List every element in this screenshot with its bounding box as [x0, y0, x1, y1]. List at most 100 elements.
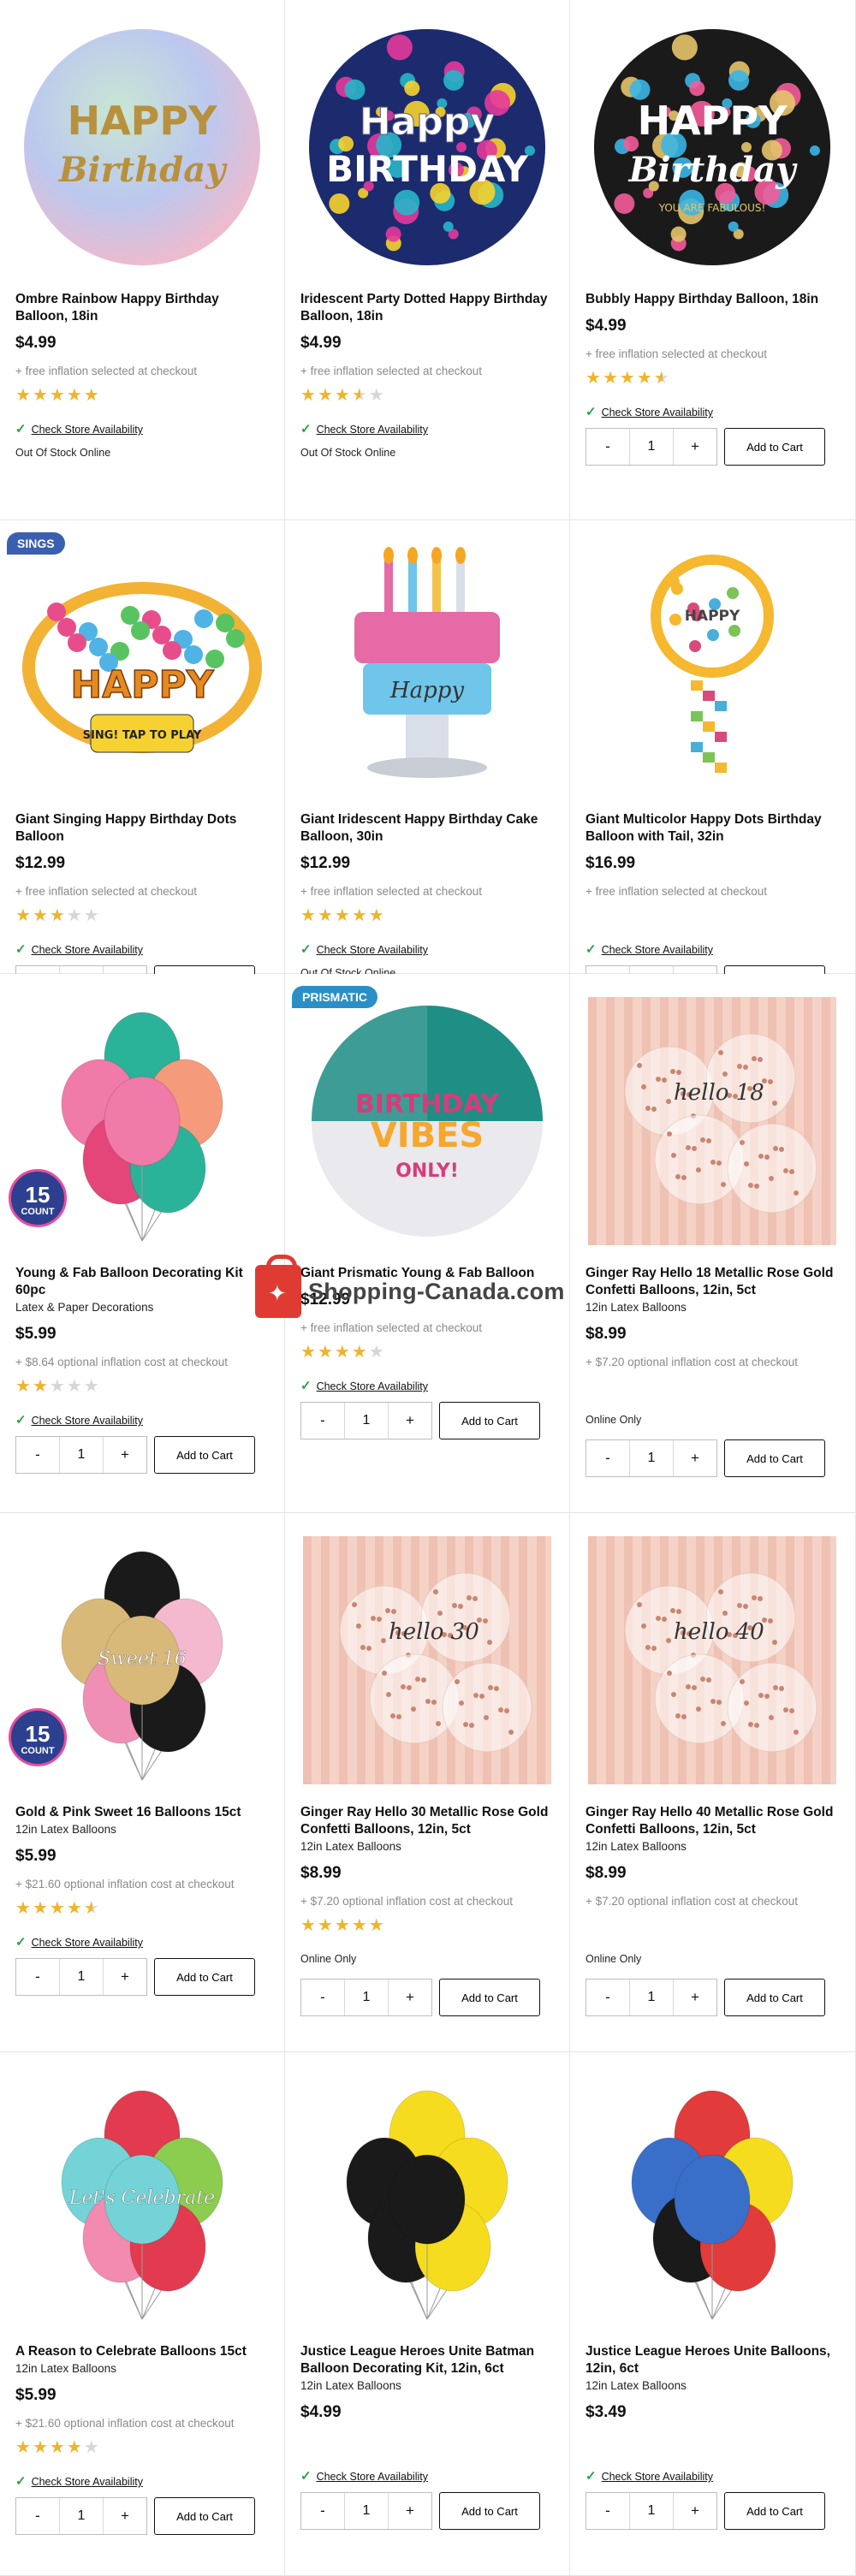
decrement-button[interactable]: - [586, 1440, 629, 1476]
quantity-stepper[interactable]: -1+ [586, 1439, 717, 1477]
check-store-availability-link[interactable]: ✓ Check Store Availability [15, 1934, 143, 1950]
product-name[interactable]: Ombre Rainbow Happy Birthday Balloon, 18… [15, 291, 272, 325]
decrement-button[interactable]: - [16, 1959, 59, 1995]
add-to-cart-button[interactable]: Add to Cart [154, 1958, 255, 1996]
product-name[interactable]: Giant Iridescent Happy Birthday Cake Bal… [300, 811, 557, 846]
increment-button[interactable]: + [674, 1979, 716, 2015]
check-store-availability-link[interactable]: ✓ Check Store Availability [586, 941, 713, 957]
quantity-stepper[interactable]: -1+ [15, 2497, 147, 2535]
quantity-stepper[interactable]: -1+ [300, 2492, 432, 2530]
product-image[interactable]: hello 40 [586, 1532, 839, 1789]
product-image[interactable]: BIRTHDAY VIBES ONLY! [300, 993, 554, 1249]
product-name[interactable]: Ginger Ray Hello 40 Metallic Rose Gold C… [586, 1804, 842, 1838]
product-image[interactable]: Happy BIRTHDAY [300, 19, 554, 276]
increment-button[interactable]: + [389, 1979, 431, 2015]
quantity-input[interactable]: 1 [629, 1440, 674, 1476]
product-name[interactable]: A Reason to Celebrate Balloons 15ct [15, 2343, 272, 2360]
check-store-label[interactable]: Check Store Availability [317, 944, 428, 956]
increment-button[interactable]: + [104, 2498, 146, 2534]
add-to-cart-button[interactable]: Add to Cart [724, 1439, 825, 1477]
check-store-label[interactable]: Check Store Availability [317, 1380, 428, 1392]
increment-button[interactable]: + [389, 1403, 431, 1439]
decrement-button[interactable]: - [16, 2498, 59, 2534]
check-store-label[interactable]: Check Store Availability [32, 2476, 143, 2488]
check-store-availability-link[interactable]: ✓ Check Store Availability [300, 941, 428, 957]
check-store-label[interactable]: Check Store Availability [32, 424, 143, 436]
check-store-availability-link[interactable]: ✓ Check Store Availability [586, 404, 713, 419]
quantity-stepper[interactable]: -1+ [586, 2492, 717, 2530]
product-name[interactable]: Young & Fab Balloon Decorating Kit 60pc [15, 1265, 272, 1299]
check-store-availability-link[interactable]: ✓ Check Store Availability [15, 941, 143, 957]
quantity-input[interactable]: 1 [344, 1403, 389, 1439]
quantity-input[interactable]: 1 [59, 1437, 104, 1473]
quantity-stepper[interactable]: -1+ [15, 1436, 147, 1474]
quantity-stepper[interactable]: -1+ [300, 1979, 432, 2016]
check-store-label[interactable]: Check Store Availability [32, 944, 143, 956]
add-to-cart-button[interactable]: Add to Cart [154, 2497, 255, 2535]
product-name[interactable]: Ginger Ray Hello 18 Metallic Rose Gold C… [586, 1265, 842, 1299]
check-store-label[interactable]: Check Store Availability [602, 2471, 713, 2483]
decrement-button[interactable]: - [586, 429, 629, 465]
increment-button[interactable]: + [104, 1437, 146, 1473]
product-name[interactable]: Gold & Pink Sweet 16 Balloons 15ct [15, 1804, 272, 1821]
quantity-input[interactable]: 1 [344, 1979, 389, 2015]
product-image[interactable]: HAPPY Birthday YOU ARE FABULOUS! [586, 19, 839, 276]
increment-button[interactable]: + [104, 1959, 146, 1995]
product-name[interactable]: Ginger Ray Hello 30 Metallic Rose Gold C… [300, 1804, 557, 1838]
decrement-button[interactable]: - [301, 1403, 344, 1439]
check-store-availability-link[interactable]: ✓ Check Store Availability [15, 421, 143, 436]
check-store-availability-link[interactable]: ✓ Check Store Availability [15, 2473, 143, 2489]
check-store-availability-link[interactable]: ✓ Check Store Availability [300, 1378, 428, 1393]
check-store-availability-link[interactable]: ✓ Check Store Availability [300, 2468, 428, 2484]
quantity-stepper[interactable]: -1+ [586, 428, 717, 466]
check-store-label[interactable]: Check Store Availability [32, 1937, 143, 1949]
product-name[interactable]: Bubbly Happy Birthday Balloon, 18in [586, 291, 842, 308]
product-image[interactable]: HAPPY Birthday [15, 19, 269, 276]
check-store-availability-link[interactable]: ✓ Check Store Availability [15, 1412, 143, 1427]
check-store-availability-link[interactable]: ✓ Check Store Availability [586, 2468, 713, 2484]
increment-button[interactable]: + [674, 1440, 716, 1476]
add-to-cart-button[interactable]: Add to Cart [439, 1402, 540, 1439]
quantity-input[interactable]: 1 [59, 2498, 104, 2534]
add-to-cart-button[interactable]: Add to Cart [439, 1979, 540, 2016]
check-store-label[interactable]: Check Store Availability [317, 2471, 428, 2483]
add-to-cart-button[interactable]: Add to Cart [154, 1436, 255, 1474]
product-image[interactable]: hello 30 [300, 1532, 554, 1789]
add-to-cart-button[interactable]: Add to Cart [724, 428, 825, 466]
quantity-stepper[interactable]: -1+ [300, 1402, 432, 1439]
decrement-button[interactable]: - [586, 2493, 629, 2529]
check-store-label[interactable]: Check Store Availability [602, 944, 713, 956]
check-store-label[interactable]: Check Store Availability [32, 1415, 143, 1427]
decrement-button[interactable]: - [301, 2493, 344, 2529]
check-store-label[interactable]: Check Store Availability [602, 407, 713, 418]
add-to-cart-button[interactable]: Add to Cart [724, 1979, 825, 2016]
quantity-input[interactable]: 1 [344, 2493, 389, 2529]
product-image[interactable]: Happy [300, 539, 554, 796]
decrement-button[interactable]: - [301, 1979, 344, 2015]
product-image[interactable]: HAPPY [586, 539, 839, 796]
check-store-availability-link[interactable]: ✓ Check Store Availability [300, 421, 428, 436]
product-image[interactable] [586, 2071, 839, 2328]
quantity-input[interactable]: 1 [629, 429, 674, 465]
quantity-stepper[interactable]: -1+ [15, 1958, 147, 1996]
product-name[interactable]: Giant Multicolor Happy Dots Birthday Bal… [586, 811, 842, 846]
product-image[interactable]: Let's Celebrate [15, 2071, 269, 2328]
product-name[interactable]: Giant Singing Happy Birthday Dots Balloo… [15, 811, 272, 846]
product-name[interactable]: Justice League Heroes Unite Balloons, 12… [586, 2343, 842, 2377]
increment-button[interactable]: + [674, 2493, 716, 2529]
increment-button[interactable]: + [389, 2493, 431, 2529]
add-to-cart-button[interactable]: Add to Cart [724, 2492, 825, 2530]
decrement-button[interactable]: - [586, 1979, 629, 2015]
quantity-input[interactable]: 1 [59, 1959, 104, 1995]
check-store-label[interactable]: Check Store Availability [317, 424, 428, 436]
product-name[interactable]: Justice League Heroes Unite Batman Ballo… [300, 2343, 557, 2377]
increment-button[interactable]: + [674, 429, 716, 465]
quantity-input[interactable]: 1 [629, 1979, 674, 2015]
product-image[interactable] [300, 2071, 554, 2328]
decrement-button[interactable]: - [16, 1437, 59, 1473]
quantity-input[interactable]: 1 [629, 2493, 674, 2529]
product-image[interactable]: HAPPY SING! TAP TO PLAY [15, 539, 269, 796]
product-image[interactable]: hello 18 [586, 993, 839, 1249]
quantity-stepper[interactable]: -1+ [586, 1979, 717, 2016]
add-to-cart-button[interactable]: Add to Cart [439, 2492, 540, 2530]
